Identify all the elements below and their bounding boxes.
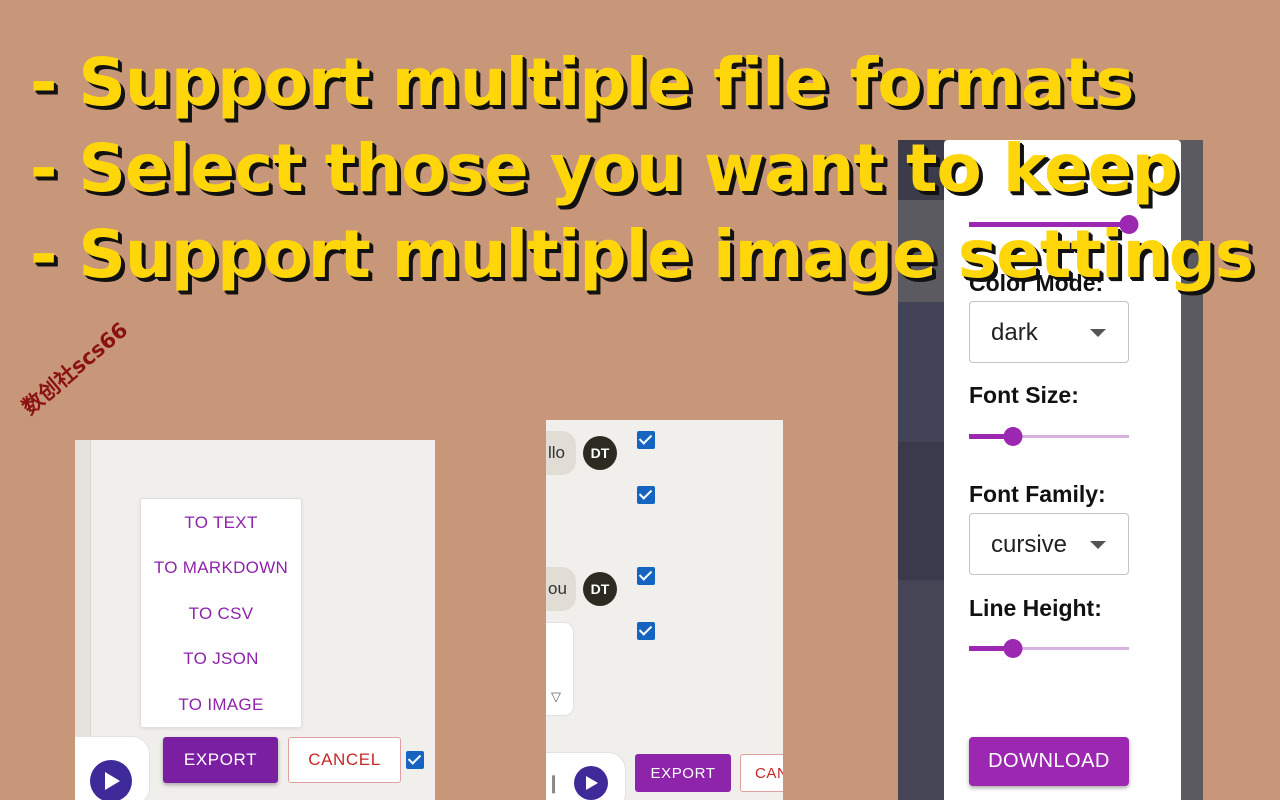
chevron-down-icon <box>1090 541 1106 549</box>
menu-item-to-csv[interactable]: TO CSV <box>141 604 301 624</box>
message-checkbox[interactable] <box>637 431 655 449</box>
feature-headline: - Support multiple file formats - Select… <box>30 40 1254 298</box>
export-button[interactable]: EXPORT <box>163 737 278 783</box>
headline-line-3: - Support multiple image settings <box>30 216 1254 293</box>
line-height-slider[interactable] <box>969 638 1129 658</box>
line-height-slider-thumb[interactable] <box>1003 639 1023 658</box>
font-family-select[interactable]: cursive <box>969 513 1129 575</box>
menu-item-to-json[interactable]: TO JSON <box>141 649 301 669</box>
font-family-label: Font Family: <box>969 481 1106 507</box>
send-button[interactable] <box>574 766 608 800</box>
cancel-button[interactable]: CANCEL <box>288 737 401 783</box>
select-all-checkbox[interactable] <box>406 751 424 769</box>
color-mode-value: dark <box>991 319 1038 346</box>
font-size-slider[interactable] <box>969 426 1129 446</box>
avatar: DT <box>583 572 617 606</box>
menu-item-to-markdown[interactable]: TO MARKDOWN <box>141 558 301 578</box>
thumbs-down-icon[interactable]: ▽ <box>551 689 561 705</box>
export-menu-screenshot: TO TEXT TO MARKDOWN TO CSV TO JSON TO IM… <box>75 440 435 800</box>
menu-item-to-text[interactable]: TO TEXT <box>141 513 301 533</box>
message-checkbox[interactable] <box>637 486 655 504</box>
export-format-menu: TO TEXT TO MARKDOWN TO CSV TO JSON TO IM… <box>140 498 302 728</box>
menu-item-to-image[interactable]: TO IMAGE <box>141 695 301 715</box>
message-checkbox[interactable] <box>637 622 655 640</box>
message-bubble: llo <box>546 431 576 475</box>
avatar: DT <box>583 436 617 470</box>
message-selection-screenshot: llo DT ou DT ▽ ❙ EXPORT CAN <box>546 420 783 800</box>
cancel-button[interactable]: CAN <box>740 754 783 792</box>
font-family-value: cursive <box>991 531 1068 558</box>
line-height-label: Line Height: <box>969 595 1102 621</box>
send-icon <box>586 776 598 790</box>
chevron-down-icon <box>1090 329 1106 337</box>
send-button[interactable] <box>90 760 132 800</box>
response-card: ▽ <box>546 622 574 716</box>
watermark: 数创社scs66 <box>17 317 133 420</box>
download-button[interactable]: DOWNLOAD <box>969 737 1129 786</box>
font-size-slider-thumb[interactable] <box>1003 427 1023 446</box>
message-text: ou <box>548 579 567 598</box>
send-icon <box>105 772 120 790</box>
headline-line-1: - Support multiple file formats <box>30 44 1134 121</box>
font-size-label: Font Size: <box>969 382 1079 408</box>
export-button[interactable]: EXPORT <box>635 754 731 792</box>
headline-line-2: - Select those you want to keep <box>30 130 1179 207</box>
paperclip-icon[interactable]: ❙ <box>546 773 561 794</box>
message-text: llo <box>548 443 566 462</box>
color-mode-select[interactable]: dark <box>969 301 1129 363</box>
message-checkbox[interactable] <box>637 567 655 585</box>
message-bubble: ou <box>546 567 576 611</box>
